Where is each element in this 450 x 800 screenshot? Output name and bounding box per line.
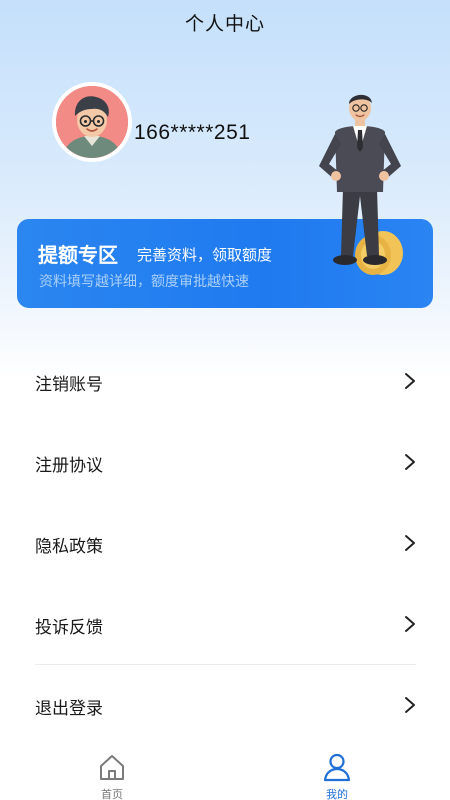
chevron-right-icon [405,535,415,551]
menu-item-feedback[interactable]: 投诉反馈 [0,585,450,666]
chevron-right-icon [405,373,415,389]
businessman-illustration [319,94,401,265]
menu-item-privacy-policy[interactable]: 隐私政策 [0,504,450,585]
menu-item-logout[interactable]: 退出登录 [0,666,450,747]
banner-description: 资料填写越详细，额度审批越快速 [39,274,249,290]
menu-item-label: 隐私政策 [35,537,103,557]
avatar[interactable] [52,82,132,162]
home-icon [100,755,124,780]
menu-divider [35,664,416,665]
page-title: 个人中心 [184,13,265,35]
tab-mine-label: 我的 [326,788,348,800]
tab-mine[interactable]: 我的 [287,748,387,800]
tab-home-label: 首页 [101,788,123,800]
chevron-right-icon [405,454,415,470]
menu-item-label: 注册协议 [35,456,103,476]
phone-number: 166*****251 [134,121,251,144]
menu-item-cancel-account[interactable]: 注销账号 [0,342,450,423]
menu-item-label: 注销账号 [35,375,103,395]
bottom-tab-bar: 首页 我的 [0,748,450,800]
settings-menu: 注销账号 注册协议 隐私政策 投诉反馈 退出登录 [0,342,450,747]
user-icon [323,753,351,782]
menu-item-label: 退出登录 [35,699,103,719]
chevron-right-icon [405,616,415,632]
menu-item-registration-agreement[interactable]: 注册协议 [0,423,450,504]
menu-item-label: 投诉反馈 [35,618,103,638]
banner-subtitle: 完善资料，领取额度 [137,246,273,264]
avatar-illustration [56,86,128,158]
chevron-right-icon [405,697,415,713]
banner-title: 提额专区 [38,243,118,267]
tab-home[interactable]: 首页 [62,748,162,800]
